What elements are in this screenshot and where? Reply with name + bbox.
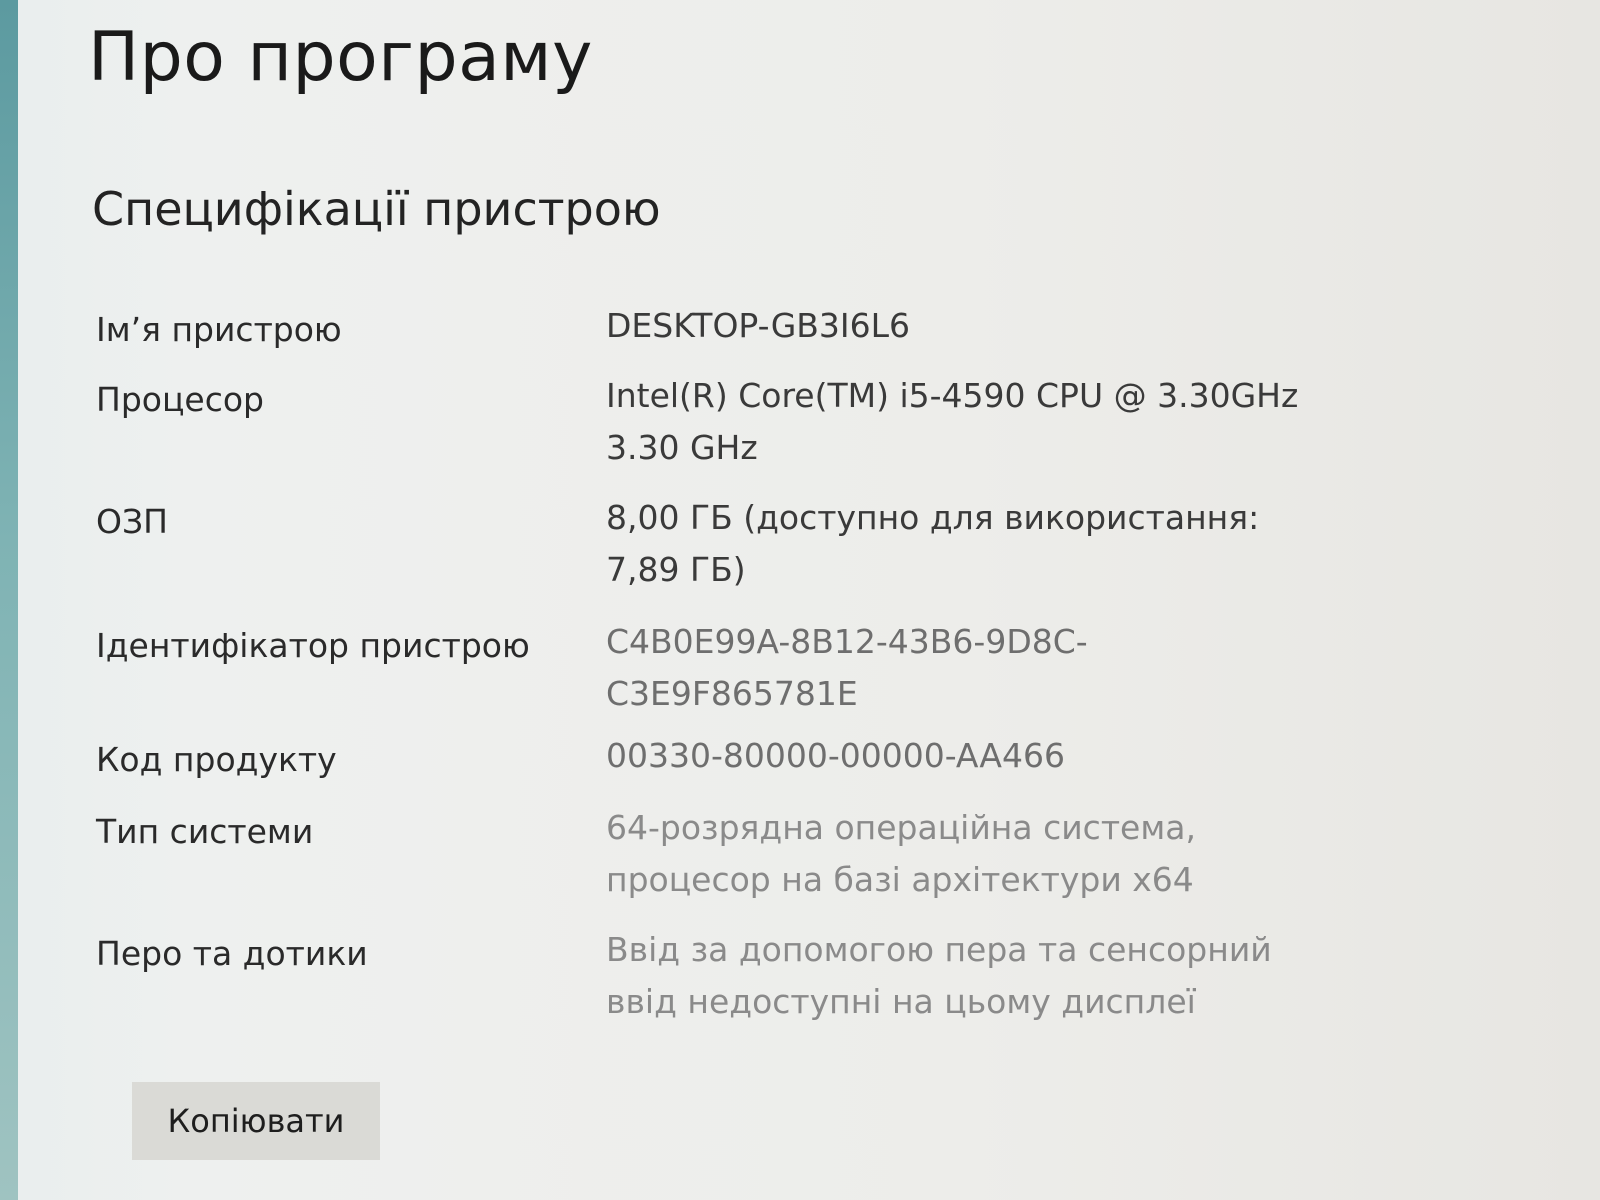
spec-value-ram: 8,00 ГБ (доступно для використання: 7,89…	[606, 498, 1260, 589]
spec-value-pen-touch: Ввід за допомогою пера та сенсорний ввід…	[606, 930, 1272, 1021]
spec-value-device-name: DESKTOP-GB3I6L6	[606, 306, 911, 345]
spec-label: Код продукту	[96, 740, 337, 779]
spec-value-product-id: 00330-80000-00000-AA466	[606, 736, 1065, 775]
spec-row-system-type: Тип системи 64-розрядна операційна систе…	[96, 802, 1376, 924]
spec-label: Процесор	[96, 380, 264, 419]
copy-button[interactable]: Копіювати	[132, 1082, 380, 1160]
spec-label: Ім’я пристрою	[96, 310, 342, 349]
spec-label: Перо та дотики	[96, 934, 368, 973]
spec-value-system-type: 64-розрядна операційна система, процесор…	[606, 808, 1196, 899]
page-title: Про програму	[88, 18, 593, 97]
spec-value-device-id: C4B0E99A-8B12-43B6-9D8C-C3E9F865781E	[606, 622, 1088, 713]
spec-row-device-name: Ім’я пристрою DESKTOP-GB3I6L6	[96, 300, 1376, 370]
spec-label: Тип системи	[96, 812, 314, 851]
spec-row-pen-touch: Перо та дотики Ввід за допомогою пера та…	[96, 924, 1376, 1054]
spec-row-device-id: Ідентифікатор пристрою C4B0E99A-8B12-43B…	[96, 616, 1376, 730]
spec-label: ОЗП	[96, 502, 168, 541]
spec-value-processor: Intel(R) Core(TM) i5-4590 CPU @ 3.30GHz …	[606, 376, 1299, 467]
spec-label: Ідентифікатор пристрою	[96, 626, 530, 665]
about-settings-page: Про програму Специфікації пристрою Ім’я …	[0, 0, 1600, 1200]
device-specs-heading: Специфікації пристрою	[92, 182, 661, 236]
window-edge	[0, 0, 18, 1200]
spec-row-product-id: Код продукту 00330-80000-00000-AA466	[96, 730, 1376, 802]
spec-row-processor: Процесор Intel(R) Core(TM) i5-4590 CPU @…	[96, 370, 1376, 492]
spec-row-ram: ОЗП 8,00 ГБ (доступно для використання: …	[96, 492, 1376, 616]
device-specs-list: Ім’я пристрою DESKTOP-GB3I6L6 Процесор I…	[96, 300, 1376, 1054]
